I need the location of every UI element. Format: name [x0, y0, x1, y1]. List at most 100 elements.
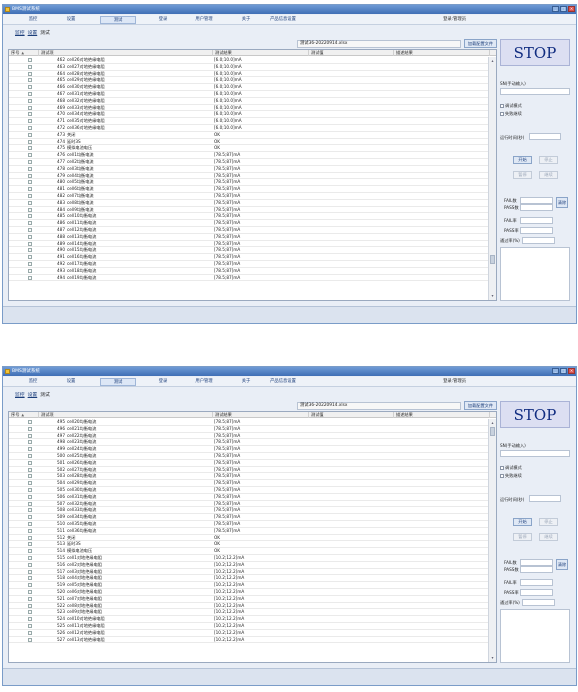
column-header[interactable]: 测试结果	[213, 50, 309, 56]
row-checkbox[interactable]	[28, 501, 32, 506]
table-row[interactable]: 505 cell30均衡电流 [78.5;87]mA	[9, 487, 490, 494]
table-row[interactable]: 500 cell25均衡电流 [78.5;87]mA	[9, 453, 490, 460]
checkbox-box[interactable]	[500, 474, 504, 478]
row-checkbox[interactable]	[28, 589, 32, 594]
fail-count-field[interactable]	[520, 197, 553, 204]
row-checkbox[interactable]	[28, 64, 32, 69]
row-checkbox[interactable]	[28, 494, 32, 499]
table-row[interactable]: 472 cell36对地绝缘电阻 [6.0;10.0]mA	[9, 125, 490, 132]
table-row[interactable]: 489 cell14均衡电流 [78.5;87]mA	[9, 241, 490, 248]
table-row[interactable]: 527 cell13对地绝缘电阻 [10.2;12.2]mA	[9, 637, 490, 644]
table-row[interactable]: 508 cell33均衡电流 [78.5;87]mA	[9, 507, 490, 515]
row-checkbox[interactable]	[28, 555, 32, 560]
row-checkbox[interactable]	[28, 112, 32, 117]
scroll-thumb[interactable]	[490, 255, 495, 264]
table-row[interactable]: 474 延时3S OK	[9, 139, 490, 146]
row-checkbox[interactable]	[28, 187, 32, 192]
row-checkbox[interactable]	[28, 207, 32, 212]
row-checkbox[interactable]	[28, 214, 32, 219]
clear-button[interactable]: 清除	[556, 197, 568, 208]
load-config-button[interactable]: 加载配置文件	[464, 401, 497, 410]
row-checkbox[interactable]	[28, 255, 32, 260]
row-checkbox[interactable]	[28, 623, 32, 628]
row-checkbox[interactable]	[28, 248, 32, 253]
row-checkbox[interactable]	[28, 234, 32, 239]
menu-item[interactable]: 测试	[100, 16, 136, 24]
close-button[interactable]: ×	[568, 6, 575, 12]
row-checkbox[interactable]	[28, 426, 32, 431]
table-row[interactable]: 503 cell28均衡电流 [78.5;87]mA	[9, 473, 490, 481]
table-row[interactable]: 462 cell26对地绝缘电阻 [6.0;10.0]mA	[9, 57, 490, 64]
table-row[interactable]: 478 cell3均衡电流 [78.5;87]mA	[9, 166, 490, 173]
table-row[interactable]: 468 cell32对地绝缘电阻 [6.0;10.0]mA	[9, 98, 490, 105]
fail-rate-field[interactable]	[520, 579, 553, 586]
table-row[interactable]: 518 cell4对地绝缘电阻 [10.2;12.2]mA	[9, 575, 490, 583]
row-checkbox[interactable]	[28, 173, 32, 178]
row-checkbox[interactable]	[28, 420, 32, 424]
yield-rate-field[interactable]	[522, 237, 555, 244]
table-row[interactable]: 512 关闭 OK	[9, 535, 490, 542]
row-checkbox[interactable]	[28, 119, 32, 124]
table-row[interactable]: 480 cell5均衡电流 [78.5;87]mA	[9, 179, 490, 187]
row-checkbox[interactable]	[28, 58, 32, 62]
row-checkbox[interactable]	[28, 227, 32, 232]
table-row[interactable]: 490 cell15均衡电流 [78.5;87]mA	[9, 247, 490, 255]
table-row[interactable]: 465 cell29对地绝缘电阻 [6.0;10.0]mA	[9, 77, 490, 85]
row-checkbox[interactable]	[28, 596, 32, 601]
row-checkbox[interactable]	[28, 71, 32, 76]
table-row[interactable]: 504 cell29均衡电流 [78.5;87]mA	[9, 480, 490, 487]
start-button[interactable]: 开始	[513, 518, 532, 526]
row-checkbox[interactable]	[28, 261, 32, 266]
table-row[interactable]: 492 cell17均衡电流 [78.5;87]mA	[9, 261, 490, 268]
row-checkbox[interactable]	[28, 481, 32, 486]
debug-mode-checkbox[interactable]: 调试模式	[500, 103, 522, 109]
config-file-field[interactable]: 测试36-20220914.xlsx	[297, 402, 461, 410]
table-row[interactable]: 522 cell8对地绝缘电阻 [10.2;12.2]mA	[9, 603, 490, 610]
checkbox-box[interactable]	[500, 112, 504, 116]
row-checkbox[interactable]	[28, 528, 32, 533]
row-checkbox[interactable]	[28, 515, 32, 520]
menu-item[interactable]: 登录	[145, 16, 181, 24]
table-row[interactable]: 507 cell32均衡电流 [78.5;87]mA	[9, 501, 490, 508]
row-checkbox[interactable]	[28, 139, 32, 144]
row-checkbox[interactable]	[28, 433, 32, 438]
table-row[interactable]: 491 cell16均衡电流 [78.5;87]mA	[9, 254, 490, 261]
column-header[interactable]: 测试值	[309, 50, 394, 56]
row-checkbox[interactable]	[28, 159, 32, 164]
scroll-up-icon[interactable]: ▴	[490, 58, 495, 64]
scroll-thumb[interactable]	[490, 427, 495, 436]
row-checkbox[interactable]	[28, 617, 32, 622]
table-row[interactable]: 516 cell2对地绝缘电阻 [10.2;12.2]mA	[9, 562, 490, 569]
table-row[interactable]: 479 cell4均衡电流 [78.5;87]mA	[9, 173, 490, 180]
resume-button[interactable]: 继续	[539, 171, 558, 179]
row-checkbox[interactable]	[28, 630, 32, 635]
vertical-scrollbar[interactable]: ▴ ▾	[488, 419, 496, 662]
row-checkbox[interactable]	[28, 508, 32, 513]
debug-mode-checkbox[interactable]: 调试模式	[500, 465, 522, 471]
row-checkbox[interactable]	[28, 146, 32, 151]
menu-item[interactable]: 设置	[53, 16, 89, 24]
sn-input[interactable]	[500, 88, 570, 95]
row-checkbox[interactable]	[28, 474, 32, 479]
vertical-scrollbar[interactable]: ▴ ▾	[488, 57, 496, 300]
stop-button[interactable]: 停止	[539, 518, 558, 526]
clear-button[interactable]: 清除	[556, 559, 568, 570]
pass-rate-field[interactable]	[520, 227, 553, 234]
table-row[interactable]: 476 cell1均衡电流 [78.5;87]mA	[9, 152, 490, 159]
table-row[interactable]: 495 cell20均衡电流 [78.5;87]mA	[9, 419, 490, 426]
start-button[interactable]: 开始	[513, 156, 532, 164]
row-checkbox[interactable]	[28, 487, 32, 492]
stop-button[interactable]: 停止	[539, 156, 558, 164]
row-checkbox[interactable]	[28, 521, 32, 526]
row-checkbox[interactable]	[28, 125, 32, 130]
row-checkbox[interactable]	[28, 610, 32, 615]
row-checkbox[interactable]	[28, 221, 32, 226]
row-checkbox[interactable]	[28, 603, 32, 608]
table-row[interactable]: 493 cell18均衡电流 [78.5;87]mA	[9, 268, 490, 275]
table-row[interactable]: 501 cell26均衡电流 [78.5;87]mA	[9, 460, 490, 467]
table-row[interactable]: 498 cell23均衡电流 [78.5;87]mA	[9, 439, 490, 447]
continue-on-fail-checkbox[interactable]: 失败继续	[500, 111, 522, 117]
column-header[interactable]: 测试结果	[213, 412, 309, 418]
row-checkbox[interactable]	[28, 275, 32, 280]
table-row[interactable]: 524 cell10对地绝缘电阻 [10.2;12.2]mA	[9, 616, 490, 623]
